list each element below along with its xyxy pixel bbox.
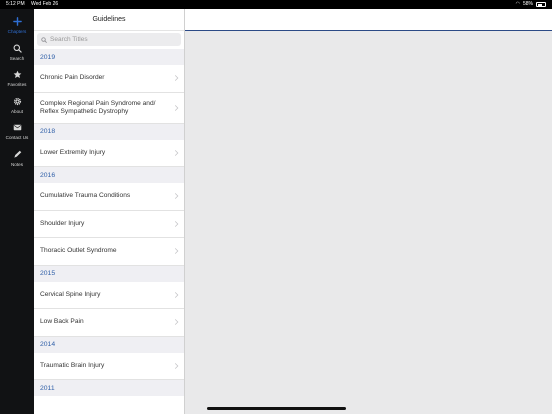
list-item[interactable]: Shoulder Injury — [34, 210, 184, 238]
sidebar-item-label: Notes — [10, 161, 23, 167]
status-time: 5:12 PM — [6, 1, 25, 7]
chevron-right-icon — [174, 291, 179, 298]
chevron-right-icon — [174, 319, 179, 326]
sidebar-item-contact-us[interactable]: Contact Us — [0, 123, 34, 150]
list-item[interactable]: Complex Regional Pain Syndrome and/ Refl… — [34, 92, 184, 124]
sidebar: Chapters Search Favorites About Contact … — [0, 9, 34, 414]
chevron-right-icon — [174, 248, 179, 255]
search-input[interactable] — [50, 36, 170, 43]
chevron-right-icon — [174, 193, 179, 200]
search-icon — [13, 44, 22, 53]
sidebar-item-label: Search — [9, 55, 25, 61]
gear-icon — [13, 97, 21, 105]
section-header-2019: 2019 — [34, 49, 184, 65]
list-item[interactable]: Lower Extremity Injury — [34, 139, 184, 167]
list-item-label: Low Back Pain — [40, 318, 84, 326]
list-item-label: Lower Extremity Injury — [40, 148, 106, 156]
list-item-label: Traumatic Brain Injury — [40, 361, 105, 369]
search-box[interactable] — [37, 33, 181, 46]
sidebar-item-label: Favorites — [7, 82, 27, 87]
list-item-label: Chronic Pain Disorder — [40, 74, 105, 82]
detail-header — [185, 9, 552, 31]
section-header-2011: 2011 — [34, 380, 184, 396]
sidebar-item-favorites[interactable]: Favorites — [0, 70, 34, 97]
sidebar-item-label: Chapters — [7, 29, 27, 34]
chevron-right-icon — [174, 149, 179, 156]
list-item[interactable]: Traumatic Brain Injury — [34, 352, 184, 380]
list-item[interactable]: Chronic Pain Disorder — [34, 65, 184, 93]
list-item-label: Cumulative Trauma Conditions — [40, 192, 131, 200]
status-bar: 5:12 PM Wed Feb 26 ◠ 58% — [0, 0, 552, 9]
sidebar-item-chapters[interactable]: Chapters — [0, 17, 34, 44]
section-header-2018: 2018 — [34, 123, 184, 140]
search-bar — [34, 31, 184, 49]
home-indicator[interactable] — [207, 407, 346, 410]
list-item-label: Complex Regional Pain Syndrome and/ Refl… — [40, 99, 156, 115]
search-icon — [41, 36, 47, 43]
sidebar-item-label: About — [10, 108, 23, 114]
sidebar-item-search[interactable]: Search — [0, 44, 34, 71]
wifi-icon: ◠ — [515, 1, 520, 7]
star-icon — [13, 70, 21, 79]
list-item[interactable]: Cumulative Trauma Conditions — [34, 183, 184, 211]
chevron-right-icon — [174, 362, 179, 369]
detail-pane — [185, 9, 552, 414]
pencil-icon — [13, 150, 21, 158]
list-item[interactable]: Low Back Pain — [34, 309, 184, 337]
guidelines-list-panel: Guidelines 2019 Chronic Pain Disorder Co… — [34, 9, 185, 414]
section-header-2015: 2015 — [34, 265, 184, 282]
plus-icon — [12, 17, 22, 26]
sidebar-item-about[interactable]: About — [0, 97, 34, 124]
status-date: Wed Feb 26 — [31, 1, 59, 7]
chevron-right-icon — [174, 75, 179, 82]
list-item-label: Shoulder Injury — [40, 219, 85, 227]
list-item[interactable]: Thoracic Outlet Syndrome — [34, 238, 184, 266]
sidebar-item-notes[interactable]: Notes — [0, 150, 34, 177]
battery-percent: 58% — [522, 1, 533, 7]
list-title: Guidelines — [34, 9, 184, 31]
chevron-right-icon — [174, 220, 179, 227]
list-item[interactable]: Cervical Spine Injury — [34, 281, 184, 309]
mail-icon — [13, 124, 21, 131]
list-item-label: Cervical Spine Injury — [40, 290, 101, 298]
section-header-2014: 2014 — [34, 336, 184, 353]
list-item-label: Thoracic Outlet Syndrome — [40, 247, 117, 255]
chevron-right-icon — [174, 104, 179, 111]
battery-icon — [536, 2, 546, 7]
sidebar-item-label: Contact Us — [5, 135, 29, 140]
section-header-2016: 2016 — [34, 167, 184, 183]
